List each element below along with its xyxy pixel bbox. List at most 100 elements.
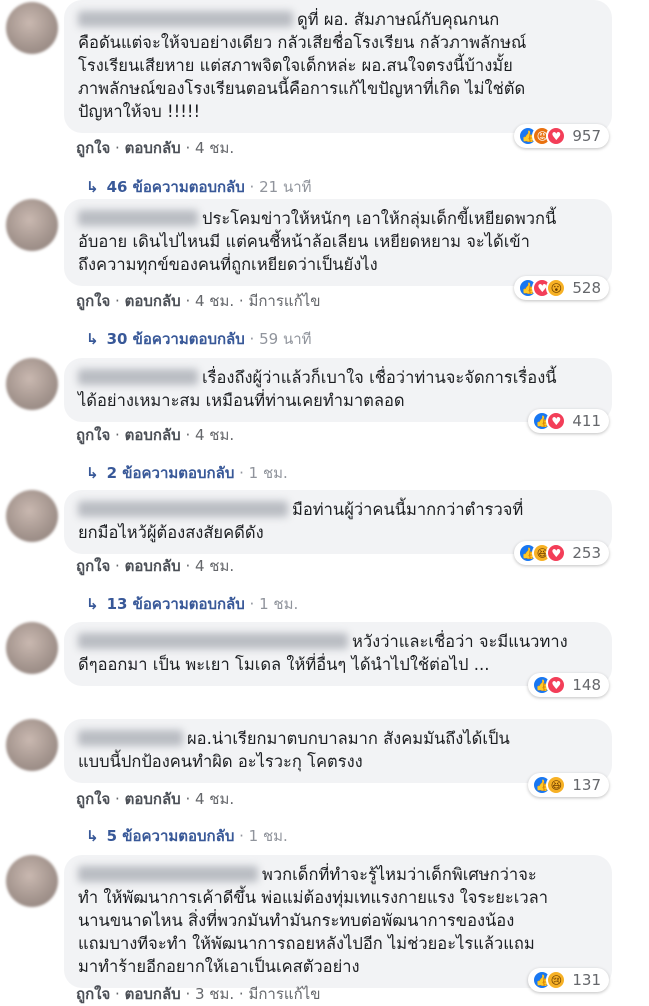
view-replies-link[interactable]: ↳ 13 ข้อความตอบกลับ · 1 ชม.: [86, 592, 298, 616]
comment-bubble: ดูที่ ผอ. สัมภาษณ์กับคุณกนก คือดันแต่จะใ…: [64, 0, 612, 133]
reaction-summary[interactable]: 👍 😡 ♥ 957: [514, 124, 609, 148]
comment-timestamp[interactable]: 4 ชม.: [195, 426, 234, 444]
love-reaction-icon: ♥: [546, 126, 567, 146]
separator: ·: [110, 985, 125, 1003]
separator: ·: [110, 426, 125, 444]
reply-link[interactable]: ตอบกลับ: [125, 985, 181, 1003]
like-link[interactable]: ถูกใจ: [76, 985, 110, 1003]
comment-actions: ถูกใจ · ตอบกลับ · 4 ชม.: [76, 423, 234, 447]
edited-label[interactable]: มีการแก้ไข: [248, 985, 320, 1003]
view-replies-link[interactable]: ↳ 5 ข้อความตอบกลับ · 1 ชม.: [86, 824, 288, 848]
reply-arrow-icon: ↳: [86, 464, 99, 482]
comment-text: ผอ.น่าเรียกมาตบกบาลมาก สังคมมันถึงได้เป็…: [78, 727, 598, 773]
comment-text: เรื่องถึงผู้ว่าแล้วก็เบาใจ เชื่อว่าท่านจ…: [78, 366, 598, 412]
view-replies-link[interactable]: ↳ 2 ข้อความตอบกลับ · 1 ชม.: [86, 461, 288, 485]
sad-reaction-icon: 😢: [546, 970, 567, 990]
separator: ·: [180, 985, 195, 1003]
comment-timestamp[interactable]: 4 ชม.: [195, 790, 234, 808]
separator: ·: [234, 985, 249, 1003]
separator: ·: [180, 139, 195, 157]
avatar[interactable]: [6, 855, 58, 907]
reply-count: 46 ข้อความตอบกลับ: [106, 178, 245, 196]
separator: ·: [244, 595, 260, 613]
like-link[interactable]: ถูกใจ: [76, 557, 110, 575]
reaction-count: 137: [572, 776, 601, 794]
avatar[interactable]: [6, 2, 58, 54]
comment-bubble: ประโคมข่าวให้หนักๆ เอาให้กลุ่มเด็กขี้เหย…: [64, 199, 612, 286]
love-reaction-icon: ♥: [546, 411, 567, 431]
like-link[interactable]: ถูกใจ: [76, 139, 110, 157]
comment-actions: ถูกใจ · ตอบกลับ · 4 ชม.: [76, 554, 234, 578]
separator: ·: [180, 790, 195, 808]
reply-link[interactable]: ตอบกลับ: [125, 426, 181, 444]
comment-text: ดูที่ ผอ. สัมภาษณ์กับคุณกนก คือดันแต่จะใ…: [78, 8, 598, 123]
separator: ·: [234, 292, 249, 310]
avatar[interactable]: [6, 622, 58, 674]
love-reaction-icon: ♥: [546, 675, 567, 695]
commenter-name-blurred[interactable]: [78, 209, 198, 226]
reaction-count: 131: [572, 971, 601, 989]
reply-arrow-icon: ↳: [86, 330, 99, 348]
separator: ·: [110, 139, 125, 157]
like-link[interactable]: ถูกใจ: [76, 426, 110, 444]
reaction-count: 148: [572, 676, 601, 694]
comment-timestamp[interactable]: 4 ชม.: [195, 139, 234, 157]
comment-text: มือท่านผู้ว่าคนนี้มากกว่าตำรวจที่ ยกมือไ…: [78, 498, 598, 544]
commenter-name-blurred[interactable]: [78, 10, 293, 27]
comment-body: พวกเด็กที่ทำจะรู้ไหมว่าเด็กพิเศษกว่าจะ ท…: [78, 865, 549, 976]
reaction-summary[interactable]: 👍 ♥ 411: [528, 409, 609, 433]
reply-link[interactable]: ตอบกลับ: [125, 790, 181, 808]
separator: ·: [110, 790, 125, 808]
separator: ·: [180, 426, 195, 444]
comment-text: หวังว่าและเชื่อว่า จะมีแนวทาง ดีๆออกมา เ…: [78, 630, 598, 676]
reply-link[interactable]: ตอบกลับ: [125, 557, 181, 575]
commenter-name-blurred[interactable]: [78, 368, 198, 385]
separator: ·: [244, 330, 260, 348]
view-replies-link[interactable]: ↳ 46 ข้อความตอบกลับ · 21 นาที: [86, 175, 312, 199]
like-link[interactable]: ถูกใจ: [76, 292, 110, 310]
comment-text: พวกเด็กที่ทำจะรู้ไหมว่าเด็กพิเศษกว่าจะ ท…: [78, 863, 598, 978]
reply-arrow-icon: ↳: [86, 178, 99, 196]
comment-timestamp[interactable]: 4 ชม.: [195, 557, 234, 575]
comment-body: ดูที่ ผอ. สัมภาษณ์กับคุณกนก คือดันแต่จะใ…: [78, 10, 527, 121]
reply-link[interactable]: ตอบกลับ: [125, 139, 181, 157]
separator: ·: [110, 557, 125, 575]
reaction-summary[interactable]: 👍 ♥ 148: [528, 673, 609, 697]
reaction-summary[interactable]: 👍 ♥ 😮 528: [514, 276, 609, 300]
avatar[interactable]: [6, 719, 58, 771]
comment-timestamp[interactable]: 3 ชม.: [195, 985, 234, 1003]
reaction-summary[interactable]: 👍 😢 131: [528, 968, 609, 992]
like-link[interactable]: ถูกใจ: [76, 790, 110, 808]
comment-bubble: พวกเด็กที่ทำจะรู้ไหมว่าเด็กพิเศษกว่าจะ ท…: [64, 855, 612, 988]
reply-timestamp: 1 ชม.: [259, 595, 299, 613]
reply-link[interactable]: ตอบกลับ: [125, 292, 181, 310]
reply-count: 30 ข้อความตอบกลับ: [106, 330, 245, 348]
comment-actions: ถูกใจ · ตอบกลับ · 4 ชม. · มีการแก้ไข: [76, 289, 320, 313]
reply-count: 13 ข้อความตอบกลับ: [106, 595, 245, 613]
avatar[interactable]: [6, 358, 58, 410]
view-replies-link[interactable]: ↳ 30 ข้อความตอบกลับ · 59 นาที: [86, 327, 312, 351]
reaction-count: 411: [572, 412, 601, 430]
edited-label[interactable]: มีการแก้ไข: [248, 292, 320, 310]
avatar[interactable]: [6, 199, 58, 251]
reaction-summary[interactable]: 👍 😆 ♥ 253: [514, 541, 609, 565]
reaction-count: 957: [572, 127, 601, 145]
comment-timestamp[interactable]: 4 ชม.: [195, 292, 234, 310]
commenter-name-blurred[interactable]: [78, 500, 288, 517]
commenter-name-blurred[interactable]: [78, 865, 258, 882]
reply-count: 2 ข้อความตอบกลับ: [106, 464, 235, 482]
wow-reaction-icon: 😮: [546, 278, 567, 298]
reply-timestamp: 1 ชม.: [248, 464, 288, 482]
reaction-summary[interactable]: 👍 😆 137: [528, 773, 609, 797]
separator: ·: [180, 292, 195, 310]
comment-actions: ถูกใจ · ตอบกลับ · 4 ชม.: [76, 136, 234, 160]
separator: ·: [180, 557, 195, 575]
commenter-name-blurred[interactable]: [78, 632, 348, 649]
separator: ·: [244, 178, 260, 196]
reaction-count: 528: [572, 279, 601, 297]
commenter-name-blurred[interactable]: [78, 729, 183, 746]
reply-timestamp: 59 นาที: [259, 330, 312, 348]
reply-count: 5 ข้อความตอบกลับ: [106, 827, 235, 845]
avatar[interactable]: [6, 490, 58, 542]
separator: ·: [234, 464, 249, 482]
